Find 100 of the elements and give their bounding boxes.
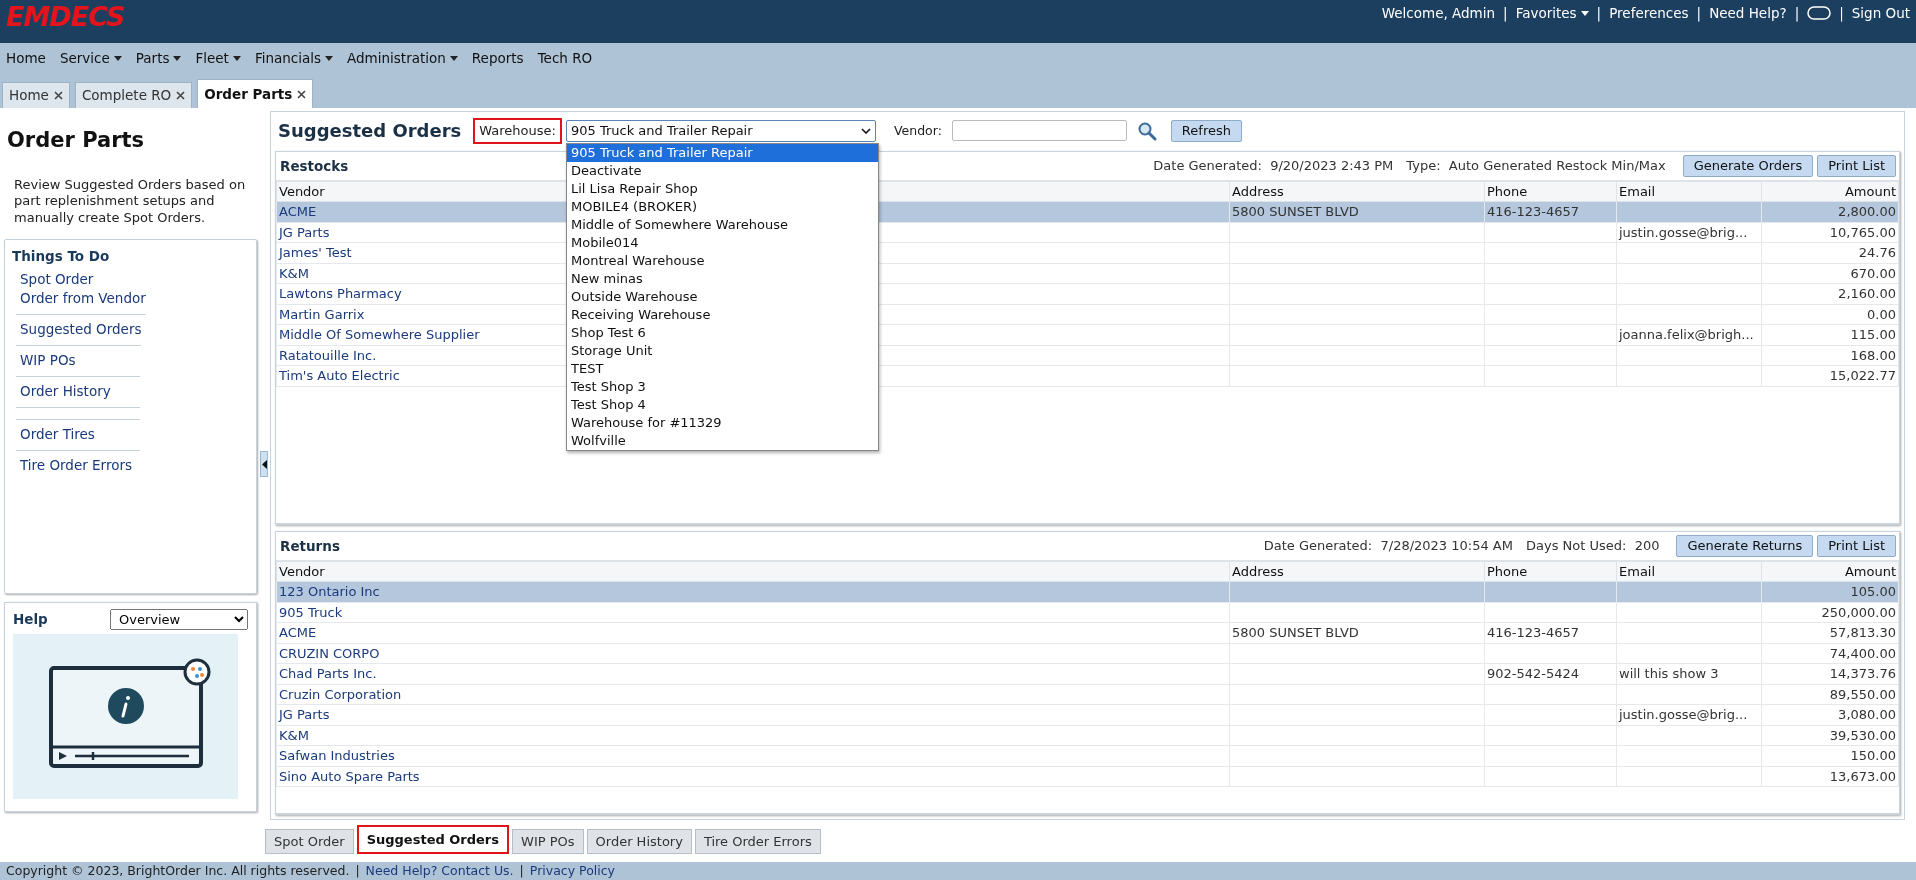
dropdown-option[interactable]: 905 Truck and Trailer Repair bbox=[567, 144, 878, 162]
separator-text: | bbox=[1794, 4, 1800, 24]
task-link[interactable]: Order History bbox=[16, 382, 140, 409]
vendor-link[interactable]: Safwan Industries bbox=[279, 748, 395, 764]
menu-item[interactable]: Reports bbox=[471, 47, 524, 69]
menu-item[interactable]: Financials bbox=[254, 47, 334, 69]
task-link[interactable]: WIP POs bbox=[16, 351, 140, 378]
vendor-link[interactable]: CRUZIN CORPO bbox=[279, 645, 380, 661]
dropdown-option[interactable]: Wolfville bbox=[567, 432, 878, 450]
dropdown-option[interactable]: Shop Test 6 bbox=[567, 324, 878, 342]
copyright-text: Copyright © 2023, BrightOrder Inc. All rights reserved. bbox=[6, 861, 350, 880]
vendor-link[interactable]: ACME bbox=[279, 625, 317, 641]
vendor-link[interactable]: Middle Of Somewhere Supplier bbox=[279, 327, 480, 343]
tab[interactable]: Order History bbox=[586, 828, 692, 854]
vendor-link[interactable]: Ratatouille Inc. bbox=[279, 347, 377, 363]
menu-item[interactable]: Fleet bbox=[195, 47, 241, 69]
dropdown-option[interactable]: Outside Warehouse bbox=[567, 288, 878, 306]
dropdown-option[interactable]: Storage Unit bbox=[567, 342, 878, 360]
column-header: Address bbox=[1229, 561, 1485, 582]
vendor-link[interactable]: K&M bbox=[279, 727, 309, 743]
vendor-link[interactable]: Chad Parts Inc. bbox=[279, 666, 377, 682]
close-icon bbox=[297, 89, 307, 99]
dropdown-option[interactable]: Middle of Somewhere Warehouse bbox=[567, 216, 878, 234]
table-cell: will this show 3 bbox=[1616, 663, 1762, 685]
dropdown-option[interactable]: Lil Lisa Repair Shop bbox=[567, 180, 878, 198]
footer-link[interactable]: Privacy Policy bbox=[529, 861, 615, 880]
menu-item[interactable]: Service bbox=[59, 47, 122, 69]
warehouse-select[interactable]: 905 Truck and Trailer Repair bbox=[565, 119, 876, 142]
refresh-button[interactable]: Refresh bbox=[1170, 119, 1242, 142]
dropdown-option[interactable]: Receiving Warehouse bbox=[567, 306, 878, 324]
task-link[interactable]: Tire Order Errors bbox=[16, 456, 140, 476]
menu-item[interactable]: Parts bbox=[135, 47, 182, 69]
caret-icon bbox=[232, 55, 241, 61]
tab[interactable]: Order Parts bbox=[197, 79, 314, 108]
table-cell: 57,813.30 bbox=[1761, 622, 1899, 644]
table-cell: 115.00 bbox=[1761, 324, 1899, 346]
dropdown-option[interactable]: New minas bbox=[567, 270, 878, 288]
action-button[interactable]: Generate Returns bbox=[1676, 534, 1814, 557]
header-link[interactable]: Preferences bbox=[1609, 3, 1689, 24]
dropdown-option[interactable]: Warehouse for #11329 bbox=[567, 414, 878, 432]
tab[interactable]: Tire Order Errors bbox=[694, 828, 821, 854]
vendor-link[interactable]: Tim's Auto Electric bbox=[279, 368, 400, 384]
dropdown-option[interactable]: Deactivate bbox=[567, 162, 878, 180]
favorites-menu[interactable]: Favorites bbox=[1515, 3, 1589, 24]
close-icon bbox=[53, 91, 63, 100]
vendor-link[interactable]: ACME bbox=[279, 204, 317, 220]
vendor-link[interactable]: 905 Truck bbox=[279, 604, 343, 620]
menu-item[interactable]: Home bbox=[6, 47, 46, 69]
vendor-link[interactable]: 123 Ontario Inc bbox=[279, 584, 380, 600]
vendor-link[interactable]: K&M bbox=[279, 265, 309, 281]
panel-title: Returns bbox=[280, 536, 340, 556]
column-header: Amount bbox=[1761, 181, 1899, 202]
table-cell: 74,400.00 bbox=[1761, 643, 1899, 664]
page-title: Order Parts bbox=[7, 127, 146, 154]
left-triangle-icon bbox=[261, 459, 267, 469]
action-button[interactable]: Print List bbox=[1817, 534, 1896, 557]
table-cell: 250,000.00 bbox=[1761, 602, 1899, 623]
vendor-link[interactable]: James' Test bbox=[279, 245, 352, 261]
task-link[interactable]: Order from Vendor bbox=[16, 289, 146, 316]
tab[interactable]: Complete RO bbox=[74, 82, 193, 108]
tab[interactable]: Spot Order bbox=[265, 828, 354, 854]
menu-item[interactable]: Tech RO bbox=[537, 47, 593, 69]
header-link[interactable]: Need Help? bbox=[1709, 3, 1787, 24]
vendor-link[interactable]: Sino Auto Spare Parts bbox=[279, 768, 420, 784]
task-link[interactable]: Order Tires bbox=[16, 425, 140, 452]
help-topic-select[interactable]: Overview bbox=[110, 609, 248, 630]
vendor-link[interactable]: Cruzin Corporation bbox=[279, 686, 402, 702]
dropdown-option[interactable]: Test Shop 4 bbox=[567, 396, 878, 414]
tab[interactable]: WIP POs bbox=[512, 828, 584, 854]
dropdown-option[interactable]: Test Shop 3 bbox=[567, 378, 878, 396]
action-button[interactable]: Generate Orders bbox=[1682, 154, 1814, 177]
dropdown-option[interactable]: Montreal Warehouse bbox=[567, 252, 878, 270]
tab[interactable]: Home bbox=[2, 82, 70, 108]
footer-link[interactable]: Need Help? Contact Us. bbox=[365, 861, 514, 880]
separator-text: | bbox=[355, 861, 360, 880]
vendor-link[interactable]: JG Parts bbox=[279, 224, 330, 240]
dropdown-option[interactable]: TEST bbox=[567, 360, 878, 378]
caret-icon bbox=[325, 55, 334, 61]
vendor-link[interactable]: Martin Garrix bbox=[279, 306, 365, 322]
search-icon bbox=[1136, 120, 1157, 141]
collapse-handle[interactable] bbox=[260, 451, 268, 477]
table-cell: 14,373.76 bbox=[1761, 663, 1899, 685]
caret-icon bbox=[173, 55, 182, 61]
column-header: Phone bbox=[1484, 181, 1617, 202]
tab[interactable]: Suggested Orders bbox=[356, 824, 510, 854]
vendor-input[interactable] bbox=[951, 120, 1127, 142]
table-cell: 89,550.00 bbox=[1761, 684, 1899, 705]
action-button[interactable]: Print List bbox=[1817, 154, 1896, 177]
table-cell: 3,080.00 bbox=[1761, 704, 1899, 726]
table-cell: 13,673.00 bbox=[1761, 766, 1899, 787]
dropdown-option[interactable]: Mobile014 bbox=[567, 234, 878, 252]
menu-item[interactable]: Administration bbox=[347, 47, 458, 69]
task-link[interactable]: Spot Order bbox=[16, 270, 140, 290]
table-cell: 150.00 bbox=[1761, 745, 1899, 767]
task-link[interactable]: Suggested Orders bbox=[16, 320, 142, 347]
table-cell: joanna.felix@brigh... bbox=[1616, 324, 1762, 346]
header-link[interactable]: Sign Out bbox=[1851, 3, 1910, 24]
vendor-link[interactable]: Lawtons Pharmacy bbox=[279, 286, 402, 302]
vendor-link[interactable]: JG Parts bbox=[279, 707, 330, 723]
panel-title: Things To Do bbox=[12, 247, 111, 267]
